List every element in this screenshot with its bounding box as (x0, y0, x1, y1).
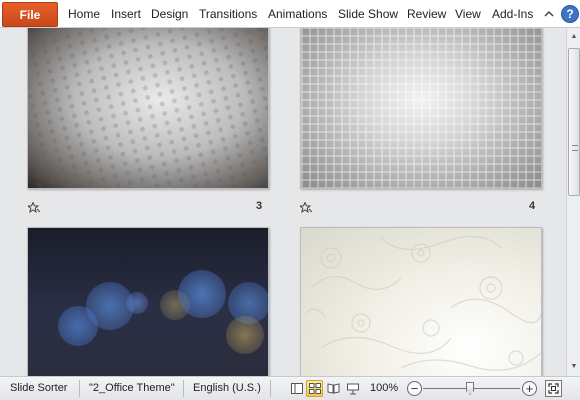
slide-thumbnail-6[interactable] (300, 227, 542, 376)
slide-thumbnail-5[interactable] (27, 227, 269, 376)
language-indicator[interactable]: English (U.S.) (193, 382, 261, 394)
slide-number: 4 (529, 200, 536, 212)
slide-show-icon (346, 383, 359, 394)
slide-show-view-button[interactable] (344, 380, 361, 397)
scroll-up-icon[interactable]: ▲ (568, 30, 580, 42)
fit-to-window-button[interactable] (545, 380, 562, 397)
zoom-out-button[interactable]: − (407, 381, 422, 396)
tab-slide-show[interactable]: Slide Show (338, 7, 398, 21)
slide-sorter-pane[interactable]: 3 4 (0, 28, 566, 376)
animation-star-icon (300, 202, 312, 213)
scrollbar-thumb[interactable] (568, 48, 580, 196)
chevron-up-icon[interactable] (540, 5, 558, 23)
slide-thumbnail-3[interactable] (27, 28, 269, 189)
scroll-down-icon[interactable]: ▼ (568, 360, 580, 372)
zoom-level[interactable]: 100% (370, 382, 398, 394)
slide-sorter-view-button[interactable] (306, 380, 323, 397)
tab-design[interactable]: Design (151, 7, 188, 21)
slide-number: 3 (256, 200, 263, 212)
vertical-scrollbar[interactable]: ▲ ▼ (566, 28, 580, 376)
help-button[interactable]: ? (561, 5, 579, 23)
tab-view[interactable]: View (455, 7, 481, 21)
normal-view-button[interactable] (288, 380, 305, 397)
tab-review[interactable]: Review (407, 7, 446, 21)
tab-animations[interactable]: Animations (268, 7, 327, 21)
reading-view-icon (327, 383, 340, 394)
zoom-slider-knob[interactable] (466, 382, 474, 395)
animation-star-icon (28, 202, 40, 213)
tab-add-ins[interactable]: Add-Ins (492, 7, 533, 21)
normal-view-icon (290, 383, 303, 394)
slide-sorter-icon (308, 383, 321, 394)
slide-thumbnail-4[interactable] (300, 28, 542, 189)
status-bar: Slide Sorter "2_Office Theme" English (U… (0, 376, 580, 400)
file-tab[interactable]: File (2, 2, 58, 27)
zoom-in-button[interactable]: + (522, 381, 537, 396)
theme-name[interactable]: "2_Office Theme" (89, 382, 175, 394)
view-name: Slide Sorter (10, 382, 68, 394)
tab-home[interactable]: Home (68, 7, 100, 21)
fit-window-icon (548, 383, 559, 394)
ribbon-tab-bar: File Home Insert Design Transitions Anim… (0, 0, 580, 28)
reading-view-button[interactable] (325, 380, 342, 397)
tab-transitions[interactable]: Transitions (199, 7, 257, 21)
tab-insert[interactable]: Insert (111, 7, 141, 21)
